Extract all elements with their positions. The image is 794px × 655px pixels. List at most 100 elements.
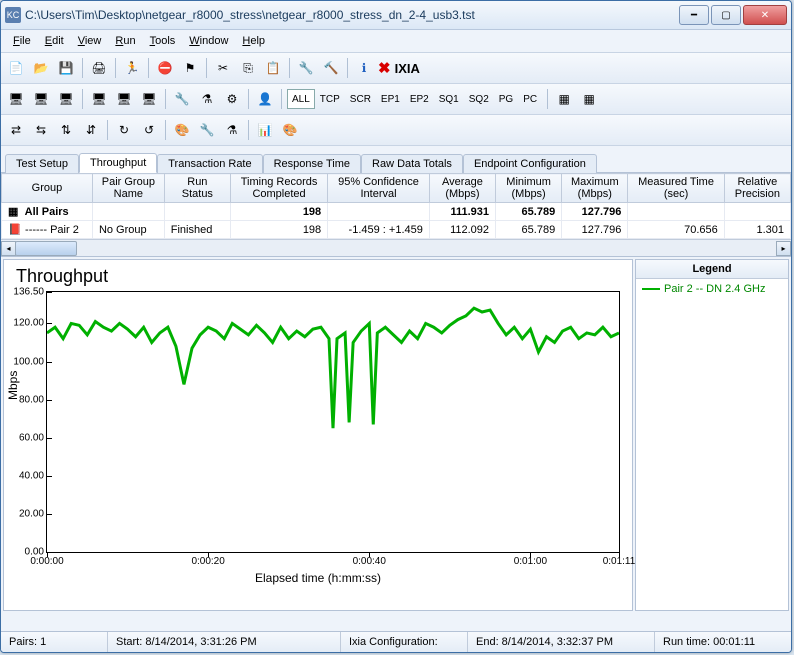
tool-icon[interactable]: 🔧 [295,57,317,79]
filter-sq2[interactable]: SQ2 [464,89,494,109]
table-row[interactable]: ▦ All Pairs198111.93165.789127.796 [2,203,791,221]
palette-icon[interactable]: 🎨 [171,119,193,141]
filter-pc[interactable]: PC [518,89,542,109]
table-row[interactable]: 📕 ------ Pair 2No GroupFinished198-1.459… [2,221,791,239]
stop-icon[interactable]: ⛔ [154,57,176,79]
grid-scrollbar[interactable]: ◂ ▸ [1,239,791,256]
endpoint-icon[interactable]: 🖥 [55,88,77,110]
arrow-icon[interactable]: ↺ [138,119,160,141]
chart-icon[interactable]: 📊 [254,119,276,141]
misc-icon[interactable]: ▦ [578,88,600,110]
arrow-icon[interactable]: ⇅ [55,119,77,141]
tab-transaction-rate[interactable]: Transaction Rate [157,154,262,173]
tool-icon[interactable]: 🔨 [320,57,342,79]
filter-all[interactable]: ALL [287,89,315,109]
tool-icon[interactable]: ⚗ [196,88,218,110]
tool-icon[interactable]: ⚗ [221,119,243,141]
cell: ▦ All Pairs [2,203,93,221]
column-header[interactable]: RelativePrecision [724,174,790,203]
status-end: End: 8/14/2014, 3:32:37 PM [468,632,655,652]
column-header[interactable]: Average(Mbps) [429,174,495,203]
tool-icon[interactable]: 🔧 [171,88,193,110]
menu-run[interactable]: Run [109,33,141,49]
menu-edit[interactable]: Edit [39,33,70,49]
endpoint-icon[interactable]: 🖥 [138,88,160,110]
column-header[interactable]: Measured Time(sec) [628,174,724,203]
maximize-button[interactable]: ▢ [711,5,741,25]
separator [148,58,149,78]
cell: Finished [164,221,230,239]
filter-pg[interactable]: PG [494,89,518,109]
tab-test-setup[interactable]: Test Setup [5,154,79,173]
toolbar-extra: ⇄ ⇆ ⇅ ⇵ ↻ ↺ 🎨 🔧 ⚗ 📊 🎨 [1,115,791,146]
y-tick-label: 20.00 [19,508,44,519]
filter-tcp[interactable]: TCP [315,89,345,109]
tab-throughput[interactable]: Throughput [79,153,157,173]
brand-x-icon: ✖ [378,59,391,77]
palette-icon[interactable]: 🎨 [279,119,301,141]
cut-icon[interactable]: ✂ [212,57,234,79]
separator [82,58,83,78]
tool-icon[interactable]: ⚙ [221,88,243,110]
column-header[interactable]: 95% ConfidenceInterval [328,174,430,203]
column-header[interactable]: Group [2,174,93,203]
print-icon[interactable]: 🖨 [88,57,110,79]
menu-window[interactable]: Window [183,33,234,49]
paste-icon[interactable]: 📋 [262,57,284,79]
cell [628,203,724,221]
tab-endpoint-configuration[interactable]: Endpoint Configuration [463,154,597,173]
filter-sq1[interactable]: SQ1 [434,89,464,109]
save-icon[interactable]: 💾 [55,57,77,79]
arrow-icon[interactable]: ↻ [113,119,135,141]
cell: 70.656 [628,221,724,239]
cell: 1.301 [724,221,790,239]
arrow-icon[interactable]: ⇆ [30,119,52,141]
filter-scr[interactable]: SCR [345,89,376,109]
toolbar-main: 📄 📂 💾 🖨 🏃 ⛔ ⚑ ✂ ⎘ 📋 🔧 🔨 ℹ ✖ IXIA [1,53,791,84]
endpoint-icon[interactable]: 🖥 [30,88,52,110]
menu-bar: FileEditViewRunToolsWindowHelp [1,30,791,53]
tab-raw-data-totals[interactable]: Raw Data Totals [361,154,463,173]
scroll-left-icon[interactable]: ◂ [1,241,16,256]
throughput-chart: Throughput Mbps 0.0020.0040.0060.0080.00… [3,259,633,611]
copy-icon[interactable]: ⎘ [237,57,259,79]
flag-icon[interactable]: ⚑ [179,57,201,79]
endpoint-icon[interactable]: 🖥 [88,88,110,110]
column-header[interactable]: RunStatus [164,174,230,203]
new-icon[interactable]: 📄 [5,57,27,79]
arrow-icon[interactable]: ⇄ [5,119,27,141]
menu-tools[interactable]: Tools [144,33,182,49]
column-header[interactable]: Timing RecordsCompleted [230,174,327,203]
info-icon[interactable]: ℹ [353,57,375,79]
open-icon[interactable]: 📂 [30,57,52,79]
arrow-icon[interactable]: ⇵ [80,119,102,141]
filter-ep2[interactable]: EP2 [405,89,434,109]
menu-file[interactable]: File [7,33,37,49]
column-header[interactable]: Pair GroupName [92,174,164,203]
separator [165,89,166,109]
x-tick-label: 0:01:11 [603,556,636,567]
tab-response-time[interactable]: Response Time [263,154,361,173]
filter-ep1[interactable]: EP1 [376,89,405,109]
cell: No Group [92,221,164,239]
scroll-right-icon[interactable]: ▸ [776,241,791,256]
y-axis-label: Mbps [6,371,20,400]
results-grid: GroupPair GroupNameRunStatusTiming Recor… [1,173,791,257]
minimize-button[interactable]: ━ [679,5,709,25]
misc-icon[interactable]: ▦ [553,88,575,110]
scroll-thumb[interactable] [15,241,77,256]
tool-icon[interactable]: 🔧 [196,119,218,141]
column-header[interactable]: Minimum(Mbps) [496,174,562,203]
menu-help[interactable]: Help [236,33,271,49]
endpoint-icon[interactable]: 🖥 [113,88,135,110]
title-bar: KC C:\Users\Tim\Desktop\netgear_r8000_st… [1,1,791,30]
column-header[interactable]: Maximum(Mbps) [562,174,628,203]
menu-view[interactable]: View [72,33,108,49]
user-icon[interactable]: 👤 [254,88,276,110]
brand-logo: ✖ IXIA [378,59,420,77]
line-series [47,292,619,552]
run-icon[interactable]: 🏃 [121,57,143,79]
x-axis-label: Elapsed time (h:mm:ss) [8,571,628,585]
endpoint-icon[interactable]: 🖥 [5,88,27,110]
close-button[interactable]: ✕ [743,5,787,25]
